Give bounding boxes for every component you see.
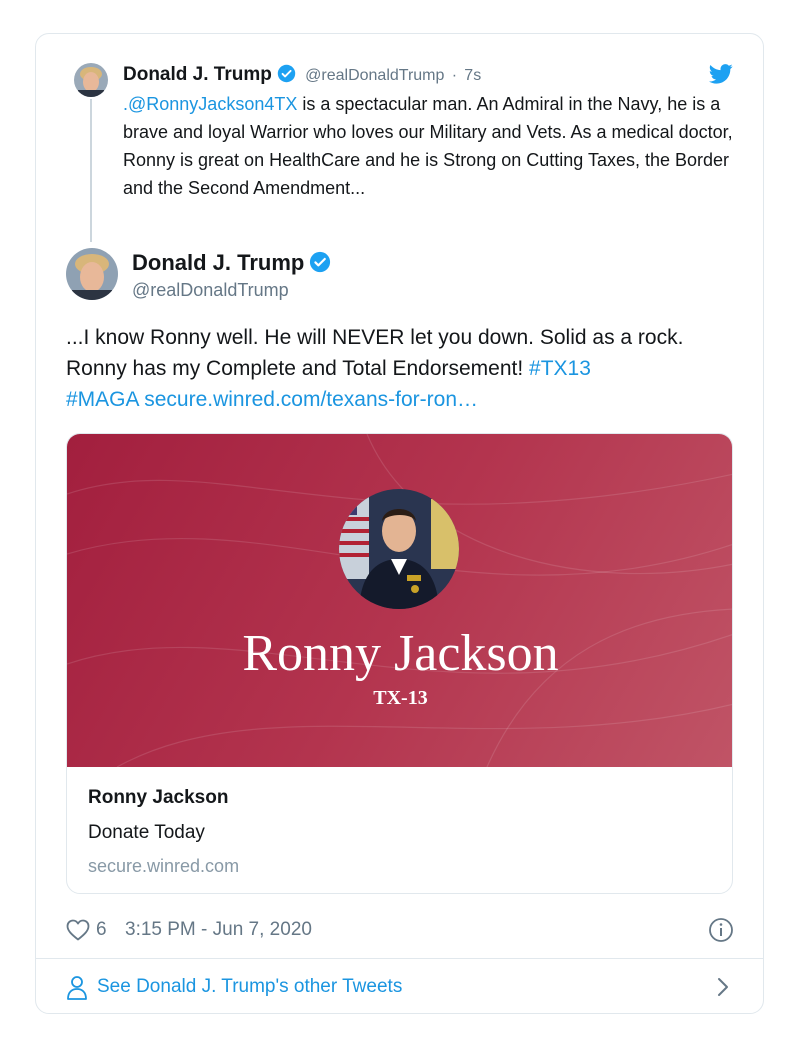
author-handle[interactable]: @realDonaldTrump [132,280,289,301]
see-other-tweets-label[interactable]: See Donald J. Trump's other Tweets [97,976,402,998]
candidate-portrait [339,489,459,609]
link-preview-card[interactable]: Ronny Jackson TX-13 Ronny Jackson Donate… [66,433,733,894]
card-image-subtitle: TX-13 [373,687,428,709]
footer-divider [36,958,763,959]
twitter-bird-icon[interactable] [708,64,733,89]
info-icon[interactable] [708,917,734,948]
chevron-right-icon[interactable] [716,976,730,1003]
tweet-url-link[interactable]: secure.winred.com/texans-for-ron… [144,388,478,411]
author-name-row[interactable]: Donald J. Trump [132,250,331,279]
thread-tweet-text: .@RonnyJackson4TX is a spectacular man. … [123,90,748,202]
tweet-footer: 6 3:15 PM - Jun 7, 2020 [66,917,734,943]
card-title[interactable]: Ronny Jackson [88,787,239,809]
card-meta[interactable]: Ronny Jackson Donate Today secure.winred… [88,787,239,877]
heart-icon[interactable] [66,919,90,946]
tweet-text: ...I know Ronny well. He will NEVER let … [66,322,746,415]
mention-link[interactable]: .@RonnyJackson4TX [123,94,297,114]
card-image-title: Ronny Jackson [242,625,559,682]
like-count[interactable]: 6 [96,919,107,941]
thread-avatar[interactable] [74,63,108,97]
person-icon [66,975,88,1006]
thread-author-handle[interactable]: @realDonaldTrump [305,67,444,84]
verified-badge-icon [277,64,296,89]
thread-author-name[interactable]: Donald J. Trump [123,64,272,85]
thread-connector-line [90,99,92,242]
thread-time[interactable]: 7s [464,67,481,84]
tweet-timestamp[interactable]: 3:15 PM - Jun 7, 2020 [125,919,312,941]
thread-header: Donald J. Trump @realDonaldTrump · 7s [123,64,481,89]
card-domain: secure.winred.com [88,856,240,876]
card-image[interactable]: Ronny Jackson TX-13 [67,434,732,767]
see-other-tweets-link[interactable]: See Donald J. Trump's other Tweets [66,973,734,1003]
hashtag-tx13[interactable]: #TX13 [529,357,591,380]
author-avatar[interactable] [66,248,118,300]
card-description: Donate Today [88,822,205,843]
author-name[interactable]: Donald J. Trump [132,250,304,275]
thread-separator: · [451,67,458,84]
verified-badge-icon [309,251,331,279]
hashtag-maga[interactable]: #MAGA [66,388,138,411]
